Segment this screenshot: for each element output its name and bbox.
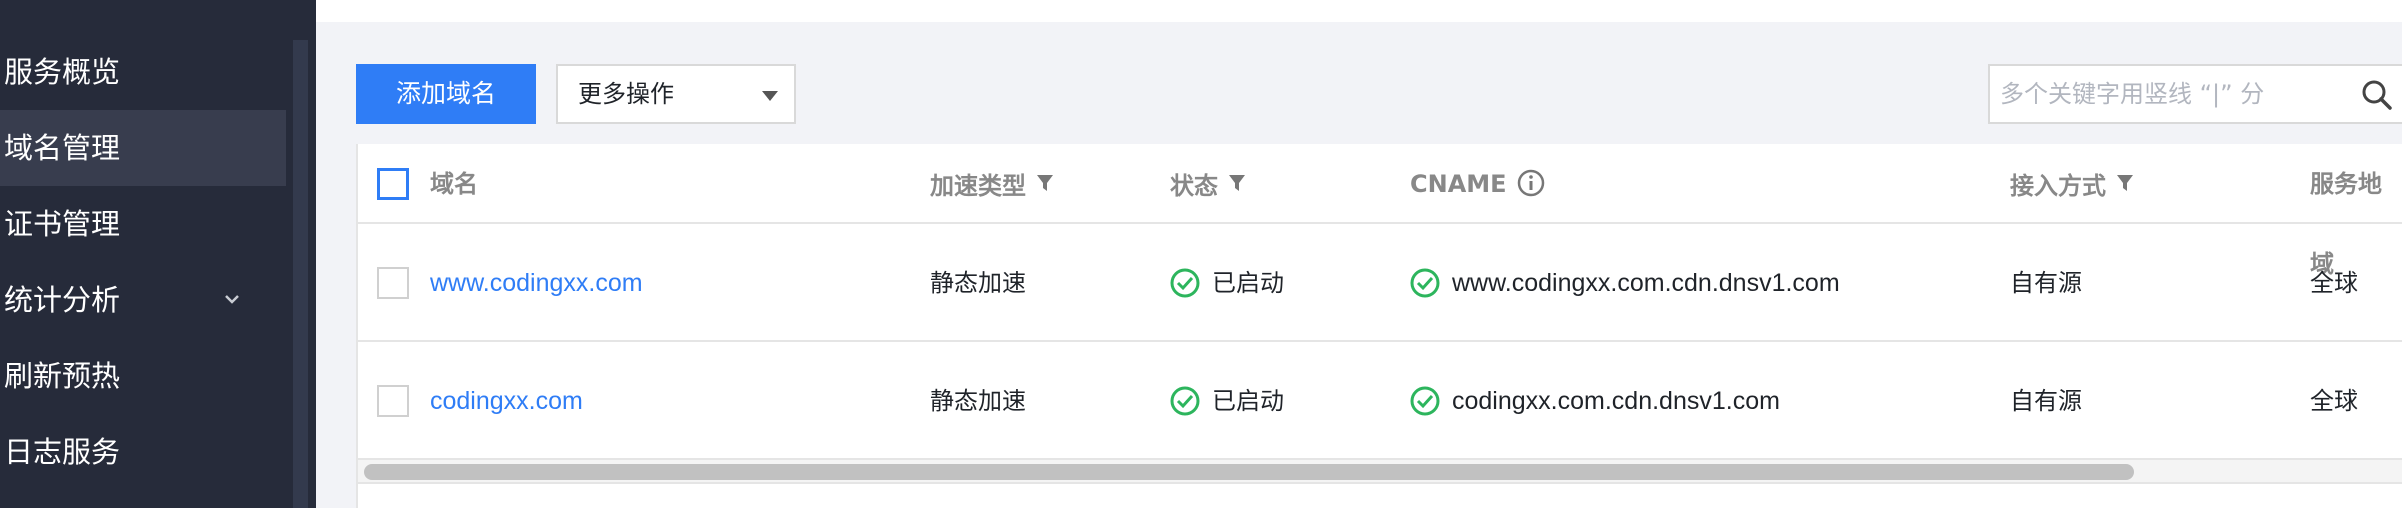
add-domain-button[interactable]: 添加域名 [356, 64, 536, 124]
table-row: codingxx.com 静态加速 已启动 codingxx.com.cdn.d… [358, 342, 2402, 460]
check-circle-icon [1170, 349, 1200, 416]
search-input[interactable] [2000, 66, 2340, 122]
more-actions-label: 更多操作 [578, 80, 674, 108]
sidebar-item-statistics[interactable]: 统计分析 [0, 262, 286, 338]
sidebar-item-label: 统计分析 [4, 283, 121, 317]
filter-icon[interactable] [2116, 144, 2134, 191]
column-header-domain: 域名 [430, 170, 478, 198]
select-all-checkbox[interactable] [377, 168, 409, 200]
column-header-label: 接入方式 [2010, 172, 2106, 200]
column-header-access[interactable]: 接入方式 [2010, 144, 2134, 224]
sidebar-item-label: 证书管理 [4, 207, 121, 241]
region-cell: 全球 [2310, 269, 2358, 297]
row-checkbox[interactable] [377, 385, 409, 417]
info-icon[interactable] [1517, 149, 1545, 197]
caret-down-icon [762, 91, 778, 101]
column-header-status[interactable]: 状态 [1170, 144, 1246, 224]
cname-cell: www.codingxx.com.cdn.dnsv1.com [1410, 224, 1840, 342]
search-box [1988, 64, 2402, 124]
sidebar-item-refresh[interactable]: 刷新预热 [0, 338, 286, 414]
top-strip [316, 0, 2402, 22]
horizontal-scrollbar[interactable] [358, 460, 2402, 484]
check-circle-icon [1410, 231, 1440, 298]
domain-link[interactable]: www.codingxx.com [430, 224, 643, 342]
filter-icon[interactable] [1228, 144, 1246, 191]
filter-icon[interactable] [1036, 144, 1054, 191]
column-header-region: 服务地域 [2310, 170, 2382, 278]
sidebar-item-label: 域名管理 [4, 131, 121, 165]
column-header-label: 状态 [1170, 172, 1218, 200]
status-text: 已启动 [1212, 387, 1284, 415]
type-cell: 静态加速 [930, 387, 1026, 415]
sidebar-item-label: 服务概览 [4, 55, 121, 89]
check-circle-icon [1170, 231, 1200, 298]
cname-cell: codingxx.com.cdn.dnsv1.com [1410, 342, 1780, 460]
domain-link[interactable]: codingxx.com [430, 342, 583, 460]
access-cell: 自有源 [2010, 387, 2082, 415]
row-checkbox[interactable] [377, 267, 409, 299]
sidebar-item-label: 刷新预热 [4, 359, 121, 393]
sidebar-item-certificates[interactable]: 证书管理 [0, 186, 286, 262]
column-header-label: 加速类型 [930, 172, 1026, 200]
more-actions-select[interactable]: 更多操作 [556, 64, 796, 124]
type-cell: 静态加速 [930, 269, 1026, 297]
table-row: www.codingxx.com 静态加速 已启动 www.codingxx.c… [358, 224, 2402, 342]
access-cell: 自有源 [2010, 269, 2082, 297]
column-header-label: CNAME [1410, 170, 1507, 198]
sidebar-scrollbar[interactable] [293, 40, 308, 508]
status-text: 已启动 [1212, 269, 1284, 297]
region-cell: 全球 [2310, 387, 2358, 415]
scrollbar-thumb[interactable] [364, 464, 2134, 480]
sidebar-item-logs[interactable]: 日志服务 [0, 414, 286, 490]
sidebar-item-overview[interactable]: 服务概览 [0, 34, 286, 110]
sidebar-item-domains[interactable]: 域名管理 [0, 110, 286, 186]
column-header-type[interactable]: 加速类型 [930, 144, 1054, 224]
sidebar-item-label: 日志服务 [4, 435, 121, 469]
sidebar: 服务概览 域名管理 证书管理 统计分析 刷新预热 日志服务 [0, 0, 316, 508]
search-icon[interactable] [2360, 78, 2394, 112]
table-header: 域名 加速类型 状态 CNAME 接入方式 服务地域 [358, 144, 2402, 278]
status-cell: 已启动 [1170, 342, 1284, 460]
cname-text: codingxx.com.cdn.dnsv1.com [1452, 387, 1780, 415]
cname-text: www.codingxx.com.cdn.dnsv1.com [1452, 269, 1840, 297]
domain-table: 域名 加速类型 状态 CNAME 接入方式 服务地域 www.codingxx.… [356, 144, 2402, 508]
check-circle-icon [1410, 349, 1440, 416]
status-cell: 已启动 [1170, 224, 1284, 342]
column-header-cname: CNAME [1410, 144, 1545, 224]
